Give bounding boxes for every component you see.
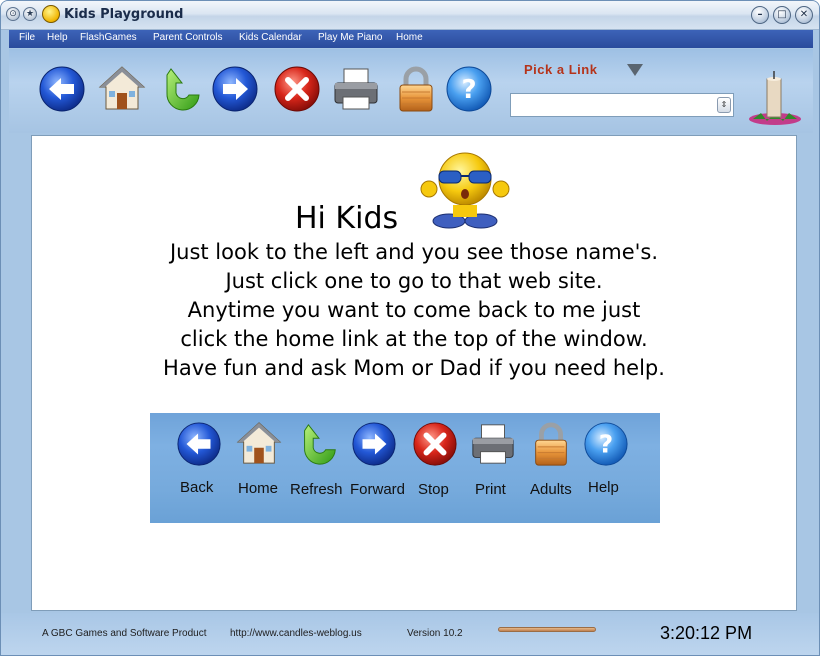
- panel-stop-icon[interactable]: [412, 421, 458, 467]
- panel-print-icon[interactable]: [470, 421, 516, 467]
- panel-back-icon[interactable]: [176, 421, 222, 467]
- stop-icon[interactable]: [273, 65, 321, 113]
- svg-text:?: ?: [599, 430, 613, 459]
- combo-dropdown-icon[interactable]: ⇕: [717, 97, 731, 113]
- window-title: Kids Playground: [64, 7, 184, 22]
- panel-stop-label[interactable]: Stop: [418, 481, 449, 498]
- close-icon[interactable]: ✕: [795, 6, 813, 24]
- panel-refresh-label[interactable]: Refresh: [290, 481, 343, 498]
- app-smiley-icon: [42, 5, 60, 23]
- panel-forward-label[interactable]: Forward: [350, 481, 405, 498]
- panel-print-label[interactable]: Print: [475, 481, 506, 498]
- panel-refresh-icon[interactable]: [295, 421, 341, 467]
- message-line-2: Just click one to go to that web site.: [225, 269, 603, 293]
- panel-adults-label[interactable]: Adults: [530, 481, 572, 498]
- panel-lock-icon[interactable]: [528, 421, 574, 467]
- back-icon[interactable]: [38, 65, 86, 113]
- print-icon[interactable]: [332, 65, 380, 113]
- app-window: ⊙ ★ Kids Playground – □ ✕ File Help Flas…: [0, 0, 820, 656]
- help-icon[interactable]: ?: [445, 65, 493, 113]
- refresh-icon[interactable]: [157, 65, 205, 113]
- minimize-icon[interactable]: –: [751, 6, 769, 24]
- title-bar[interactable]: ⊙ ★ Kids Playground – □ ✕: [1, 1, 819, 30]
- menu-bar: File Help FlashGames Parent Controls Kid…: [9, 30, 813, 48]
- maximize-icon[interactable]: □: [773, 6, 791, 24]
- menu-flashgames[interactable]: FlashGames: [80, 32, 137, 43]
- home-icon[interactable]: [98, 63, 146, 111]
- message-line-3: Anytime you want to come back to me just: [187, 298, 641, 322]
- panel-home-label[interactable]: Home: [238, 480, 278, 497]
- message-line-4: click the home link at the top of the wi…: [180, 327, 648, 351]
- pick-link-combobox[interactable]: ⇕: [510, 93, 734, 117]
- panel-help-icon[interactable]: ?: [583, 421, 629, 467]
- candle-icon: [749, 71, 801, 125]
- svg-text:?: ?: [461, 75, 476, 105]
- panel-help-label[interactable]: Help: [588, 479, 619, 496]
- menu-file[interactable]: File: [19, 32, 35, 43]
- pin-icon[interactable]: ★: [23, 7, 37, 21]
- progress-bar: [498, 627, 596, 632]
- menu-help[interactable]: Help: [47, 32, 68, 43]
- menu-parent-controls[interactable]: Parent Controls: [153, 32, 222, 43]
- website-link[interactable]: http://www.candles-weblog.us: [230, 628, 362, 639]
- smiley-icon: [420, 152, 510, 229]
- menu-home[interactable]: Home: [396, 32, 423, 43]
- panel-forward-icon[interactable]: [351, 421, 397, 467]
- menu-play-me-piano[interactable]: Play Me Piano: [318, 32, 382, 43]
- forward-icon[interactable]: [211, 65, 259, 113]
- message-line-5: Have fun and ask Mom or Dad if you need …: [163, 356, 665, 380]
- panel-home-icon[interactable]: [236, 419, 282, 465]
- system-menu-icon[interactable]: ⊙: [6, 7, 20, 21]
- pick-a-link-label: Pick a Link: [524, 62, 598, 77]
- menu-kids-calendar[interactable]: Kids Calendar: [239, 32, 302, 43]
- lock-icon[interactable]: [392, 65, 440, 113]
- clock-time: 3:20:12 PM: [660, 623, 753, 643]
- message-line-1: Just look to the left and you see those …: [169, 240, 659, 264]
- panel-back-label[interactable]: Back: [180, 479, 213, 496]
- greeting-heading: Hi Kids: [295, 201, 399, 236]
- pick-arrow-icon[interactable]: [627, 64, 643, 76]
- version-text: Version 10.2: [407, 628, 463, 639]
- product-text: A GBC Games and Software Product: [42, 628, 207, 639]
